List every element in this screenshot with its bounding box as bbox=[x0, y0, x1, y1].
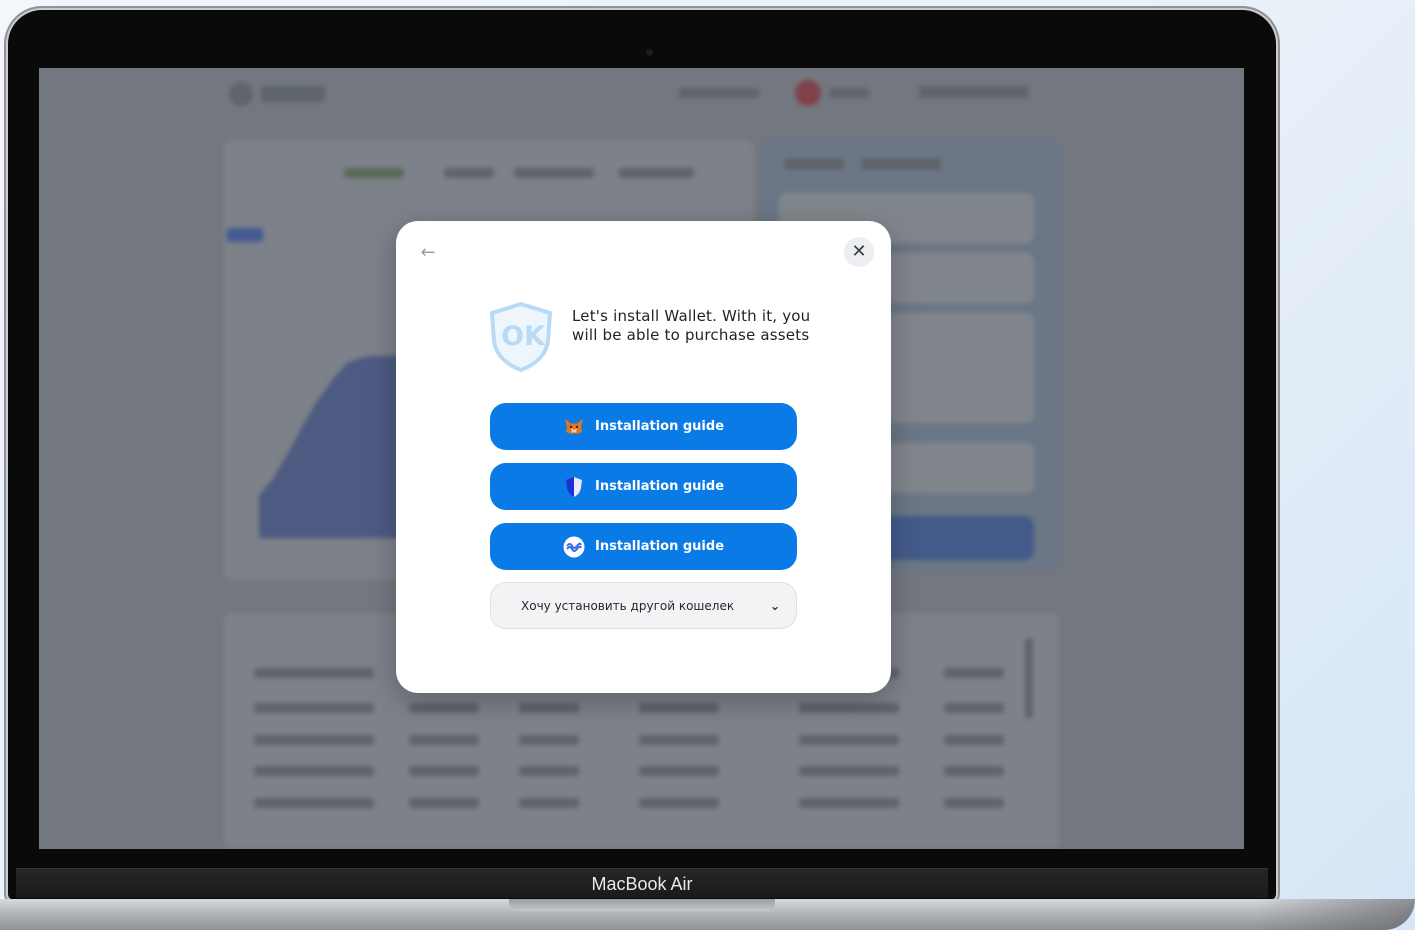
metamask-fox-icon bbox=[563, 416, 585, 438]
metamask-installation-guide-button[interactable]: Installation guide bbox=[490, 403, 797, 450]
svg-text:OK: OK bbox=[501, 321, 546, 352]
back-arrow-icon[interactable]: ← bbox=[416, 241, 440, 265]
close-icon[interactable]: ✕ bbox=[844, 237, 874, 267]
install-button-label: Installation guide bbox=[594, 479, 725, 494]
shield-wallet-installation-guide-button[interactable]: Installation guide bbox=[490, 463, 797, 510]
blue-shield-wallet-icon bbox=[563, 476, 585, 498]
install-wallet-modal: ← ✕ OK Let's install Wallet. With it, yo… bbox=[396, 221, 891, 693]
laptop-opening-notch bbox=[509, 899, 775, 911]
other-wallet-select-value: Хочу установить другой кошелек bbox=[521, 598, 735, 613]
ok-shield-logo: OK bbox=[489, 301, 553, 373]
laptop-chin: MacBook Air bbox=[16, 868, 1268, 898]
install-button-label: Installation guide bbox=[594, 539, 725, 554]
intro-text: Let's install Wallet. With it, you will … bbox=[572, 307, 811, 344]
chevron-down-icon: ⌄ bbox=[769, 598, 780, 613]
camera-dot bbox=[646, 49, 653, 56]
install-button-label: Installation guide bbox=[594, 419, 725, 434]
model-label: MacBook Air bbox=[591, 874, 693, 894]
wave-wallet-installation-guide-button[interactable]: Installation guide bbox=[490, 523, 797, 570]
wave-wallet-icon bbox=[563, 536, 585, 558]
laptop-screen: ← ✕ OK Let's install Wallet. With it, yo… bbox=[39, 68, 1244, 849]
other-wallet-select[interactable]: Хочу установить другой кошелек ⌄ bbox=[490, 582, 797, 629]
